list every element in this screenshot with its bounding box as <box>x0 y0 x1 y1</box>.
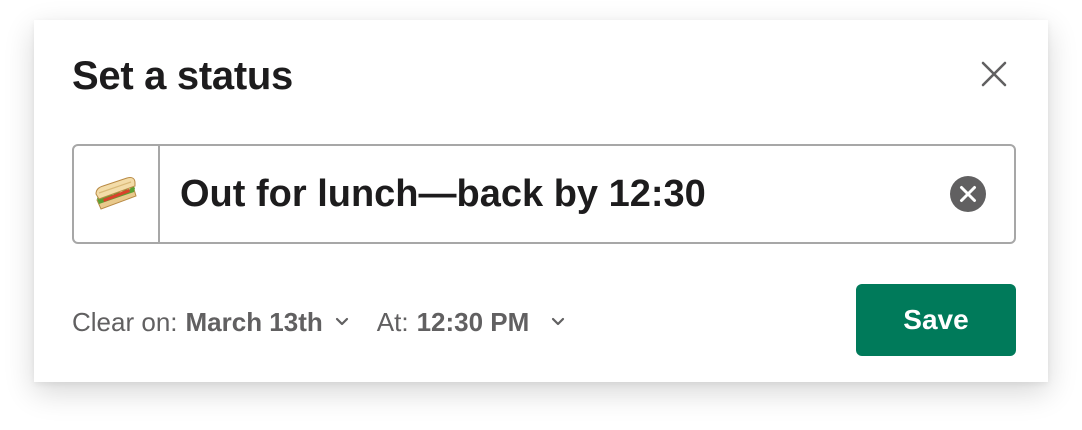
clear-on-value: March 13th <box>185 306 323 337</box>
clear-circle-x-icon <box>950 176 986 212</box>
status-field <box>72 144 1016 244</box>
sandwich-emoji-icon <box>95 177 137 210</box>
close-button[interactable] <box>978 58 1010 90</box>
clear-status-button[interactable] <box>946 172 990 216</box>
at-time-value: 12:30 PM <box>416 306 530 337</box>
save-button[interactable]: Save <box>856 284 1016 356</box>
chevron-down-icon <box>335 317 349 327</box>
set-status-dialog: Set a status Out for lunch—back by 12:30… <box>34 20 1048 382</box>
close-icon <box>981 61 1007 87</box>
page-background: Set a status Out for lunch—back by 12:30… <box>0 0 1082 430</box>
dialog-title: Set a status <box>72 54 293 98</box>
at-time-dropdown[interactable]: At: 12:30 PM <box>377 307 566 338</box>
status-text-input[interactable] <box>160 146 946 242</box>
clear-on-label: Clear on: <box>72 306 178 337</box>
status-options: Clear on: March 13th At: 12:30 PM <box>72 302 565 342</box>
chevron-down-icon <box>551 317 565 327</box>
at-label: At: <box>376 306 409 337</box>
clear-on-dropdown[interactable]: Clear on: March 13th <box>72 307 349 338</box>
emoji-picker-button[interactable] <box>74 146 160 242</box>
